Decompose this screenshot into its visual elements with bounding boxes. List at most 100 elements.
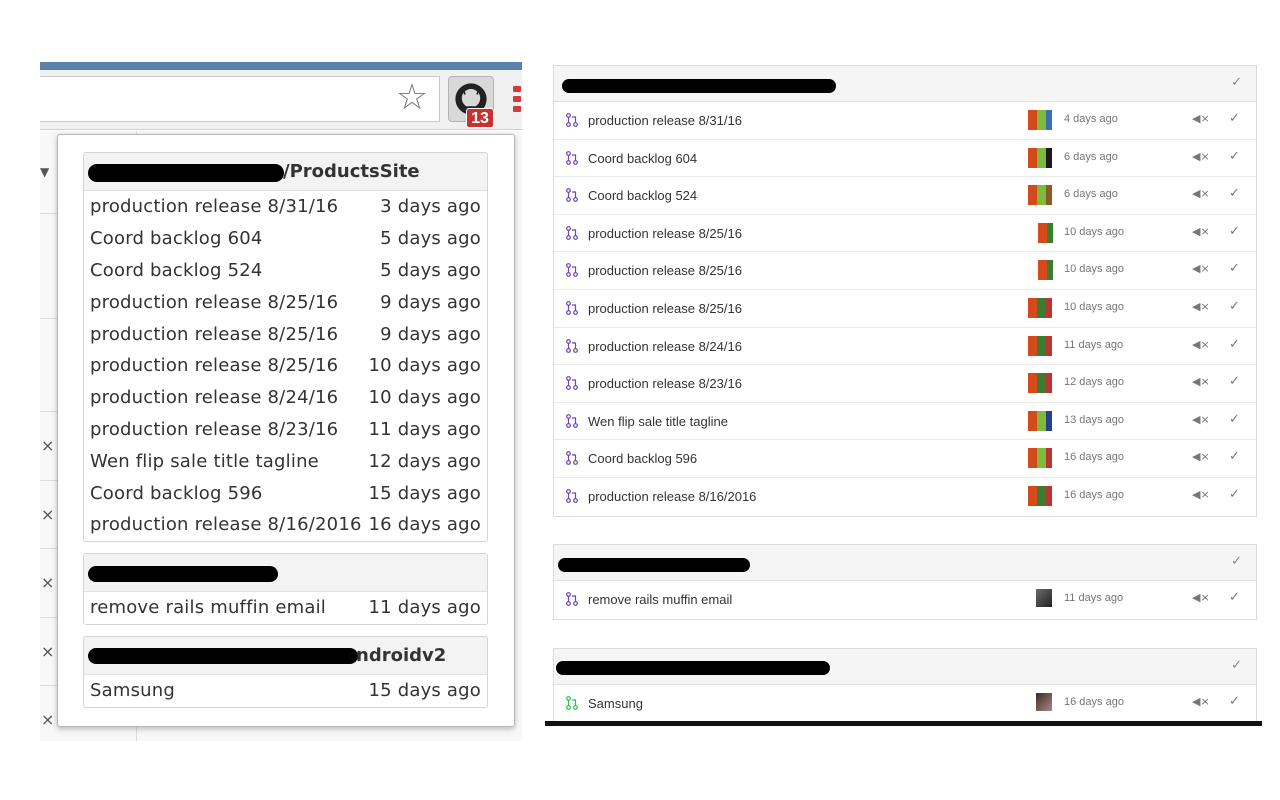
notification-title: production release 8/24/16 [90,387,339,409]
check-icon[interactable]: ✓ [1229,412,1240,427]
group-header: ✓ [554,66,1256,102]
check-icon[interactable]: ✓ [1229,694,1240,709]
repo-header[interactable] [84,554,487,592]
mute-icon[interactable]: ◀× [1192,488,1210,501]
mute-icon[interactable]: ◀× [1192,300,1210,313]
notification-item[interactable]: production release 8/16/2016 16 days ago [84,509,487,541]
notification-title: production release 8/31/16 [90,196,339,218]
notification-title[interactable]: production release 8/31/16 [588,113,742,128]
check-icon[interactable]: ✓ [1229,449,1240,464]
notification-title[interactable]: production release 8/25/16 [588,263,742,278]
notification-row[interactable]: Coord backlog 524 6 days ago ◀× ✓ [554,177,1256,215]
notification-item[interactable]: production release 8/25/16 9 days ago [84,318,487,350]
repo-name: ndroidv2 [356,645,447,666]
chrome-menu-icon[interactable] [513,86,523,114]
participant-avatars [1026,410,1058,431]
notification-item[interactable]: production release 8/31/16 3 days ago [84,191,487,223]
notification-title[interactable]: Coord backlog 604 [588,151,697,166]
notification-time: 9 days ago [380,323,481,345]
check-icon[interactable]: ✓ [1229,487,1240,502]
close-icon[interactable]: × [41,505,54,524]
mute-icon[interactable]: ◀× [1192,150,1210,163]
repo-header[interactable]: /ProductsSite [84,153,487,191]
close-icon[interactable]: × [41,642,54,661]
notification-title: Coord backlog 604 [90,228,263,250]
notification-row[interactable]: production release 8/23/16 12 days ago ◀× ✓ [554,365,1256,403]
check-icon[interactable]: ✓ [1229,186,1240,201]
notification-row[interactable]: production release 8/16/2016 16 days ago ◀… [554,478,1256,516]
mute-icon[interactable]: ◀× [1192,112,1210,125]
notification-time: 16 days ago [1064,488,1124,501]
notification-item[interactable]: Coord backlog 596 15 days ago [84,477,487,509]
mark-all-read-icon[interactable]: ✓ [1231,554,1242,569]
notification-row[interactable]: Samsung 16 days ago ◀× ✓ [554,685,1256,723]
notification-title[interactable]: production release 8/25/16 [588,301,742,316]
check-icon[interactable]: ✓ [1229,261,1240,276]
check-icon[interactable]: ✓ [1229,299,1240,314]
notification-time: 3 days ago [380,196,481,218]
repo-header[interactable]: ndroidv2 [84,637,487,675]
avatar [1046,297,1052,318]
notification-title[interactable]: Samsung [588,696,643,711]
notification-title[interactable]: Coord backlog 596 [588,451,697,466]
close-icon[interactable]: × [41,573,54,592]
notification-time: 6 days ago [1064,188,1118,201]
notification-row[interactable]: remove rails muffin email 11 days ago ◀× ✓ [554,581,1256,619]
notification-row[interactable]: production release 8/31/16 4 days ago ◀× ✓ [554,102,1256,140]
mute-icon[interactable]: ◀× [1192,375,1210,388]
check-icon[interactable]: ✓ [1229,337,1240,352]
check-icon[interactable]: ✓ [1229,149,1240,164]
mute-icon[interactable]: ◀× [1192,262,1210,275]
notification-row[interactable]: production release 8/25/16 10 days ago ◀× ✓ [554,252,1256,290]
notification-row[interactable]: Coord backlog 604 6 days ago ◀× ✓ [554,140,1256,178]
avatar [1036,693,1052,711]
notification-item[interactable]: Coord backlog 604 5 days ago [84,223,487,255]
mute-icon[interactable]: ◀× [1192,413,1210,426]
git-pull-request-icon [566,592,578,606]
notification-row[interactable]: production release 8/24/16 11 days ago ◀× ✓ [554,328,1256,366]
notification-row[interactable]: Wen flip sale title tagline 13 days ago ◀×… [554,403,1256,441]
repo-group: /ProductsSite production release 8/31/16… [83,152,488,542]
repo-name: /ProductsSite [283,161,420,182]
notification-item[interactable]: production release 8/23/16 11 days ago [84,414,487,446]
avatar [1036,589,1052,607]
notification-row[interactable]: production release 8/25/16 10 days ago ◀× ✓ [554,215,1256,253]
check-icon[interactable]: ✓ [1229,590,1240,605]
mute-icon[interactable]: ◀× [1192,187,1210,200]
check-icon[interactable]: ✓ [1229,224,1240,239]
check-icon[interactable]: ✓ [1229,374,1240,389]
mark-all-read-icon[interactable]: ✓ [1231,75,1242,90]
notification-item[interactable]: Coord backlog 524 5 days ago [84,255,487,287]
notification-item[interactable]: Wen flip sale title tagline 12 days ago [84,445,487,477]
close-icon[interactable]: × [41,436,54,455]
avatar [1046,335,1052,356]
notification-title[interactable]: Coord backlog 524 [588,188,697,203]
notification-item[interactable]: remove rails muffin email 11 days ago [84,592,487,624]
address-bar[interactable] [40,76,440,122]
mute-icon[interactable]: ◀× [1192,450,1210,463]
notification-title[interactable]: production release 8/16/2016 [588,489,756,504]
check-icon[interactable]: ✓ [1229,111,1240,126]
mute-icon[interactable]: ◀× [1192,695,1210,708]
notification-item[interactable]: production release 8/25/16 10 days ago [84,350,487,382]
redaction [88,566,278,582]
notification-item[interactable]: production release 8/25/16 9 days ago [84,286,487,318]
notification-item[interactable]: Samsung 15 days ago [84,675,487,707]
participant-avatars [1026,147,1058,168]
mute-icon[interactable]: ◀× [1192,338,1210,351]
notification-title[interactable]: Wen flip sale title tagline [588,414,728,429]
mute-icon[interactable]: ◀× [1192,225,1210,238]
notification-title[interactable]: production release 8/23/16 [588,376,742,391]
git-pull-request-icon [566,413,578,428]
notification-row[interactable]: production release 8/25/16 10 days ago ◀× ✓ [554,290,1256,328]
notification-title[interactable]: remove rails muffin email [588,592,732,607]
notification-title[interactable]: production release 8/25/16 [588,226,742,241]
notification-row[interactable]: Coord backlog 596 16 days ago ◀× ✓ [554,440,1256,478]
bookmark-star-icon[interactable]: ☆ [392,78,432,118]
participant-avatars [1026,185,1058,206]
notification-title[interactable]: production release 8/24/16 [588,339,742,354]
close-icon[interactable]: × [41,710,54,729]
notification-item[interactable]: production release 8/24/16 10 days ago [84,382,487,414]
mute-icon[interactable]: ◀× [1192,591,1210,604]
mark-all-read-icon[interactable]: ✓ [1231,658,1242,673]
